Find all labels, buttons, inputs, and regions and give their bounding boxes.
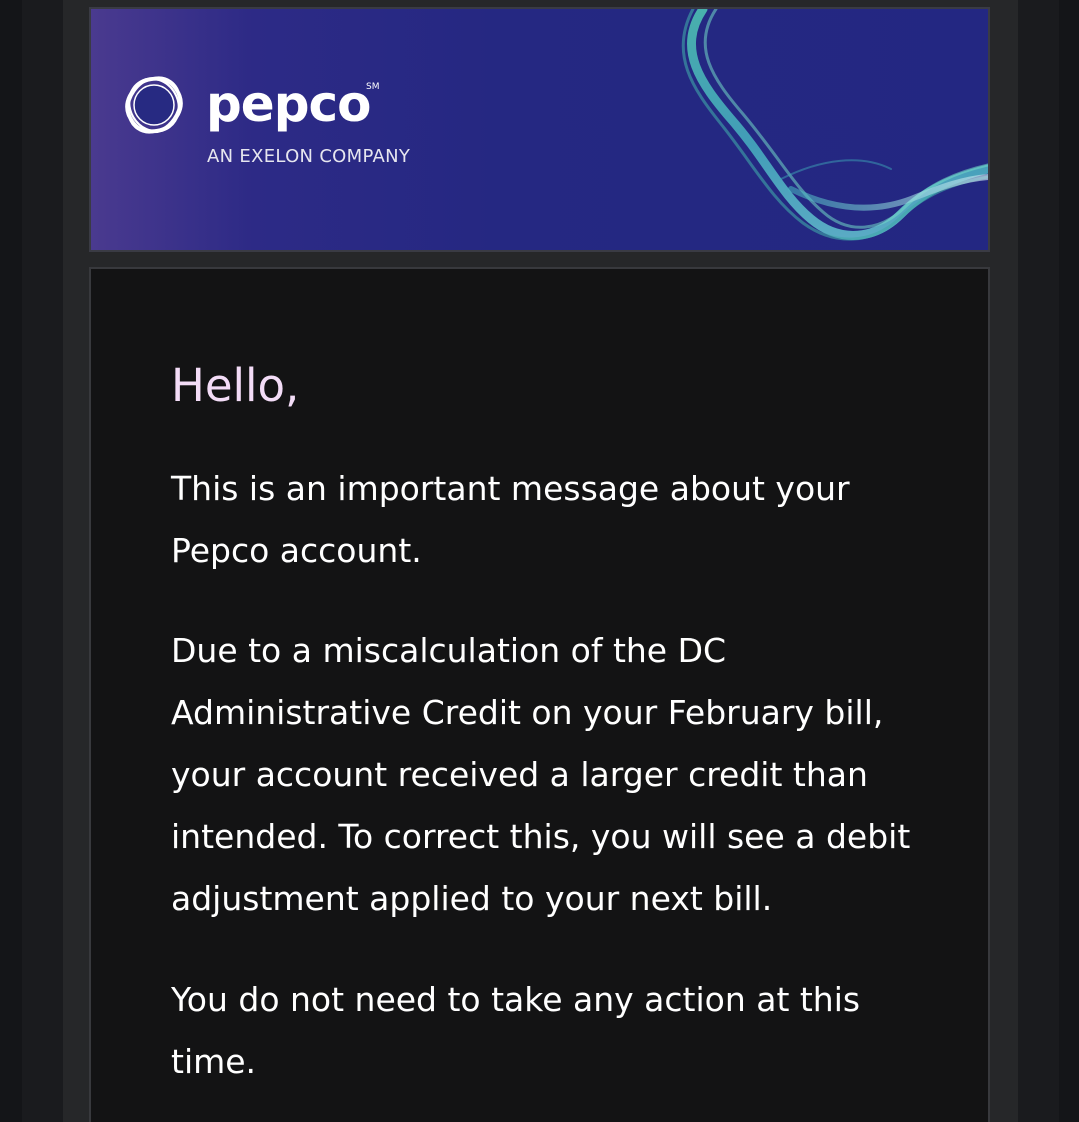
brand-tagline: AN EXELON COMPANY	[207, 146, 411, 167]
left-gutter	[0, 0, 22, 1122]
message-paragraph-intro: This is an important message about your …	[171, 469, 850, 570]
greeting-heading: Hello,	[171, 359, 300, 412]
email-body: Hello, This is an important message abou…	[89, 267, 990, 1122]
brand-wordmark: pepco	[206, 75, 371, 133]
right-gutter	[1059, 0, 1079, 1122]
email-view: pepco SM AN EXELON COMPANY Hello, This i…	[0, 0, 1079, 1122]
message-paragraph-details: Due to a miscalculation of the DC Admini…	[171, 631, 911, 918]
email-header-banner: pepco SM AN EXELON COMPANY	[89, 7, 990, 252]
pepco-logo-icon	[125, 76, 183, 134]
trademark-mark: SM	[366, 82, 380, 92]
message-paragraph-action: You do not need to take any action at th…	[171, 980, 861, 1081]
